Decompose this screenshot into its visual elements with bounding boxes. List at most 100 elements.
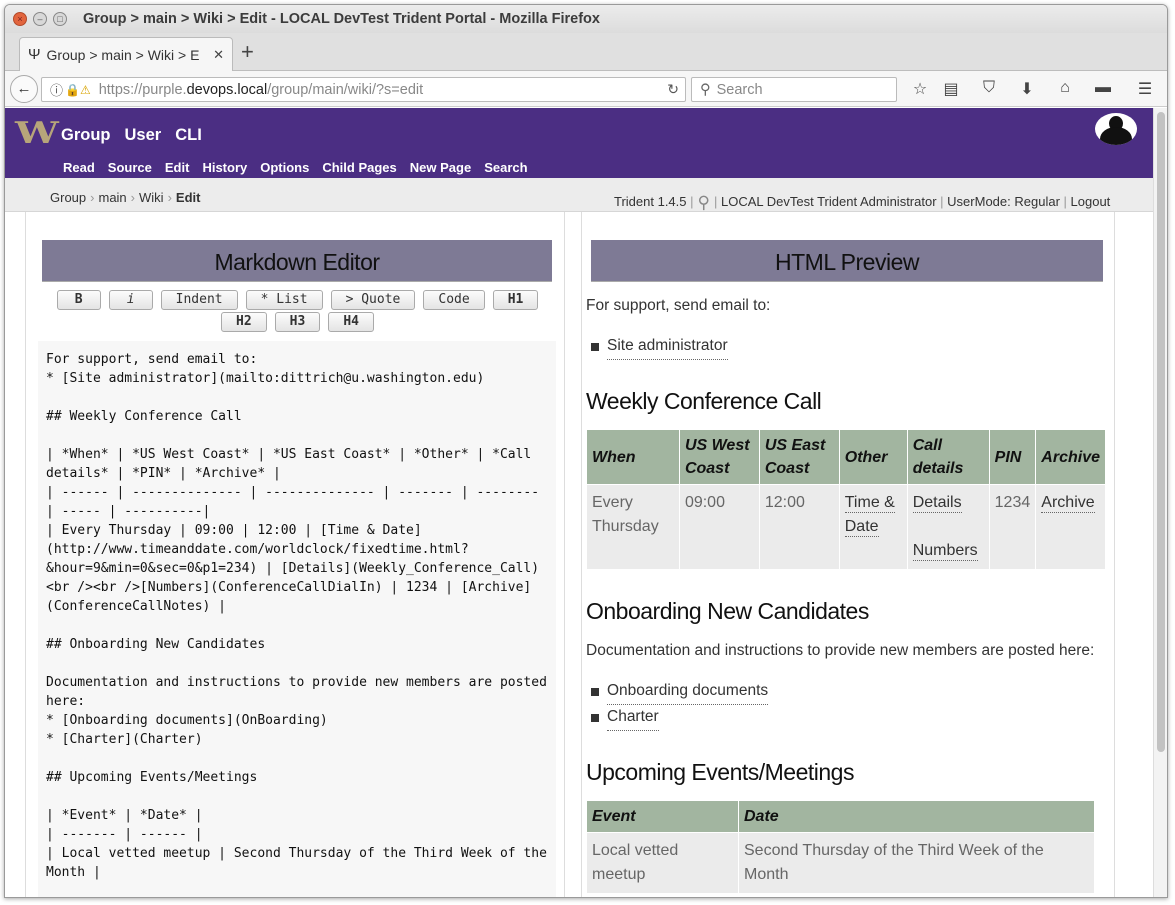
new-tab-button[interactable]: + [241,39,254,65]
table-header: Other [838,429,908,485]
table-cell: Second Thursday of the Third Week of the… [738,832,1095,894]
close-window-button[interactable]: × [13,12,27,26]
charter-link[interactable]: Charter [607,705,659,731]
user-name[interactable]: LOCAL DevTest Trident Administrator [721,194,937,209]
table-header: When [586,429,680,485]
time-date-link[interactable]: Time & Date [844,494,895,537]
archive-link[interactable]: Archive [1041,494,1095,513]
editor-toolbar: B i Indent * List > Quote Code H1 H2 H3 … [40,290,555,332]
minimize-window-button[interactable]: – [33,12,47,26]
scrollbar-thumb[interactable] [1157,112,1165,752]
markdown-textarea[interactable]: For support, send email to: * [Site admi… [38,341,556,897]
search-placeholder: Search [716,81,763,98]
onboarding-list: Onboarding documents Charter [591,679,1116,731]
editor-panel: Markdown Editor B i Indent * List > Quot… [25,212,565,897]
close-tab-icon[interactable]: ✕ [213,47,224,63]
sub-nav: Read Source Edit History Options Child P… [63,160,528,175]
list-item: Charter [591,705,1116,731]
tab-title: Group > main > Wiki > E [46,46,200,63]
avatar[interactable] [1095,113,1137,145]
heading-weekly-call: Weekly Conference Call [586,388,822,414]
onboarding-documents-link[interactable]: Onboarding documents [607,679,769,705]
top-nav-cli[interactable]: CLI [175,126,202,145]
extension-icon[interactable]: ▬ [1091,79,1115,97]
hamburger-menu-icon[interactable]: ☰ [1133,79,1157,99]
navigation-toolbar: ← ⓘ 🔒⚠ https://purple.devops.local/group… [5,71,1167,107]
list-item: Onboarding documents [591,679,1116,705]
h3-button[interactable]: H3 [274,312,321,332]
sub-nav-new-page[interactable]: New Page [410,160,471,175]
url-text[interactable]: https://purple.devops.local/group/main/w… [99,82,423,98]
bookmark-star-icon[interactable]: ☆ [908,79,932,99]
search-magnifier-icon[interactable]: ⚲ [698,193,710,213]
logout-link[interactable]: Logout [1071,194,1111,209]
breadcrumb-group[interactable]: Group [50,190,86,205]
h4-button[interactable]: H4 [328,312,374,332]
table-header: Call details [906,429,990,485]
sub-nav-child-pages[interactable]: Child Pages [322,160,396,175]
details-link[interactable]: Details [912,494,962,513]
insecure-lock-icon[interactable]: 🔒⚠ [65,83,91,97]
list-button[interactable]: * List [245,290,323,310]
table-header: Date [738,800,1095,833]
list-item: Site administrator [591,334,1116,360]
code-button[interactable]: Code [423,290,485,310]
status-bar: Trident 1.4.5 | ⚲ | LOCAL DevTest Trident … [614,193,1111,213]
table-cell: 12:00 [758,484,840,570]
download-icon[interactable]: ⬇ [1015,79,1039,99]
search-box[interactable]: ⚲ Search [691,77,897,102]
table-header: US East Coast [758,429,840,485]
page-scrollbar[interactable] [1153,108,1167,897]
title-bar: × – □ Group > main > Wiki > Edit - LOCAL… [5,5,1167,33]
url-bar[interactable]: ⓘ 🔒⚠ https://purple.devops.local/group/m… [41,77,686,102]
events-table: Event Date Local vetted meetup Second Th… [586,800,1095,894]
top-nav-group[interactable]: Group [61,126,111,145]
sub-nav-source[interactable]: Source [108,160,152,175]
table-cell: Archive [1035,484,1106,570]
trident-favicon-icon: Ψ [28,46,41,63]
heading-events: Upcoming Events/Meetings [586,759,854,785]
breadcrumb-main[interactable]: main [98,190,126,205]
info-icon[interactable]: ⓘ [50,80,63,99]
table-row: Local vetted meetup Second Thursday of t… [586,832,1095,894]
table-header: Event [586,800,739,833]
breadcrumb-wiki[interactable]: Wiki [139,190,164,205]
maximize-window-button[interactable]: □ [53,12,67,26]
main-content: Markdown Editor B i Indent * List > Quot… [25,212,1116,897]
home-icon[interactable]: ⌂ [1053,79,1077,97]
uw-logo[interactable]: W [15,116,59,151]
sub-nav-edit[interactable]: Edit [165,160,190,175]
heading-onboarding: Onboarding New Candidates [586,598,869,624]
table-cell: Time & Date [838,484,908,570]
italic-button[interactable]: i [108,290,153,310]
sub-nav-options[interactable]: Options [260,160,309,175]
quote-button[interactable]: > Quote [330,290,416,310]
sub-nav-read[interactable]: Read [63,160,95,175]
top-nav-user[interactable]: User [125,126,162,145]
sub-nav-history[interactable]: History [202,160,247,175]
reload-icon[interactable]: ↻ [667,81,679,98]
table-header: Archive [1035,429,1106,485]
table-cell: 09:00 [678,484,760,570]
h2-button[interactable]: H2 [221,312,267,332]
back-button[interactable]: ← [10,75,38,103]
pocket-icon[interactable]: ⛉ [977,79,1001,97]
table-cell: Details Numbers [906,484,990,570]
preview-content: For support, send email to: Site adminis… [586,294,1116,894]
table-header-row: When US West Coast US East Coast Other C… [586,429,1106,485]
browser-tab[interactable]: Ψ Group > main > Wiki > E ✕ [19,37,233,71]
site-administrator-link[interactable]: Site administrator [607,334,728,360]
support-text: For support, send email to: [586,297,771,314]
window-title: Group > main > Wiki > Edit - LOCAL DevTe… [83,11,600,27]
reading-list-icon[interactable]: ▤ [939,79,963,99]
bold-button[interactable]: B [56,290,101,310]
preview-title: HTML Preview [591,240,1103,282]
editor-title: Markdown Editor [42,240,552,282]
preview-panel: HTML Preview For support, send email to:… [581,212,1116,897]
indent-button[interactable]: Indent [160,290,238,310]
usermode-value[interactable]: Regular [1014,194,1060,209]
table-row: Every Thursday 09:00 12:00 Time & Date D… [586,484,1106,570]
numbers-link[interactable]: Numbers [912,542,978,561]
sub-nav-search[interactable]: Search [484,160,527,175]
h1-button[interactable]: H1 [492,290,539,310]
